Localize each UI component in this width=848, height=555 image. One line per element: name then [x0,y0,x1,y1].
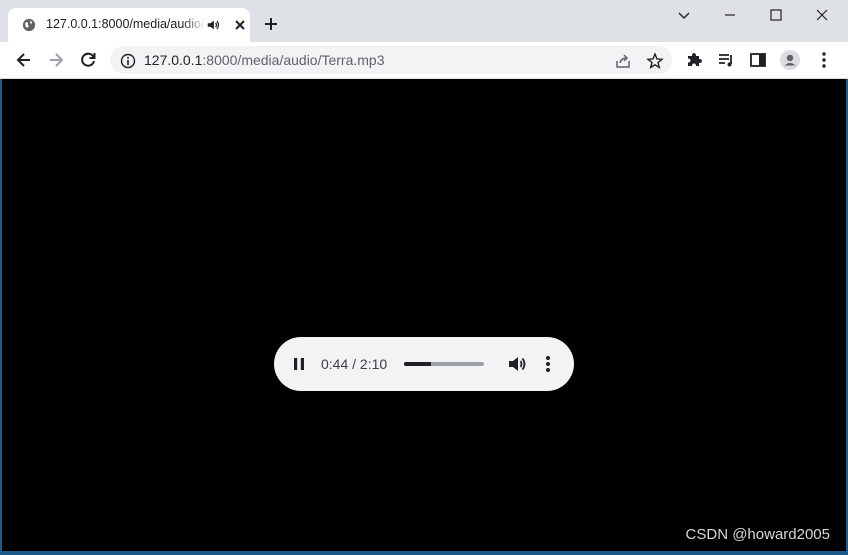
audio-player: 0:44 / 2:10 [274,337,574,391]
reload-icon[interactable] [78,50,98,70]
browser-window: 127.0.0.1:8000/media/audio/Terra.mp3 [0,0,848,555]
chevron-down-icon[interactable] [673,4,695,26]
address-bar[interactable]: 127.0.0.1:8000/media/audio/Terra.mp3 [110,46,672,74]
puzzle-icon[interactable] [684,50,704,70]
globe-icon [22,18,36,32]
seek-slider[interactable] [404,362,484,366]
new-tab-plus-icon[interactable] [262,15,280,33]
url-host: 127.0.0.1 [144,52,203,68]
back-arrow-icon[interactable] [14,50,34,70]
forward-arrow-icon[interactable] [46,50,66,70]
minimize-icon[interactable] [719,4,741,26]
kebab-menu-icon[interactable] [814,50,834,70]
tab-active[interactable]: 127.0.0.1:8000/media/audio/Terra.mp3 [8,8,250,42]
speaker-icon[interactable] [206,18,220,32]
media-queue-icon[interactable] [716,50,736,70]
more-options-icon[interactable] [539,353,557,375]
pause-icon[interactable] [290,355,308,373]
page-content: 0:44 / 2:10 CSDN @howard2005 [2,79,846,551]
info-icon[interactable] [120,53,136,69]
volume-icon[interactable] [506,353,528,375]
side-panel-icon[interactable] [748,50,768,70]
watermark: CSDN @howard2005 [685,526,830,543]
toolbar: 127.0.0.1:8000/media/audio/Terra.mp3 [0,42,848,78]
window-close-icon[interactable] [811,4,833,26]
url-path: :8000/media/audio/Terra.mp3 [202,52,385,68]
close-icon[interactable] [232,17,248,33]
tab-strip: 127.0.0.1:8000/media/audio/Terra.mp3 [0,0,848,42]
star-icon[interactable] [646,52,664,70]
url-text[interactable]: 127.0.0.1:8000/media/audio/Terra.mp3 [144,52,385,68]
share-icon[interactable] [614,52,632,70]
profile-icon[interactable] [780,50,800,70]
time-display: 0:44 / 2:10 [321,356,388,372]
seek-progress [404,362,432,366]
tab-title: 127.0.0.1:8000/media/audio/Terra.mp3 [46,17,206,31]
maximize-icon[interactable] [765,4,787,26]
